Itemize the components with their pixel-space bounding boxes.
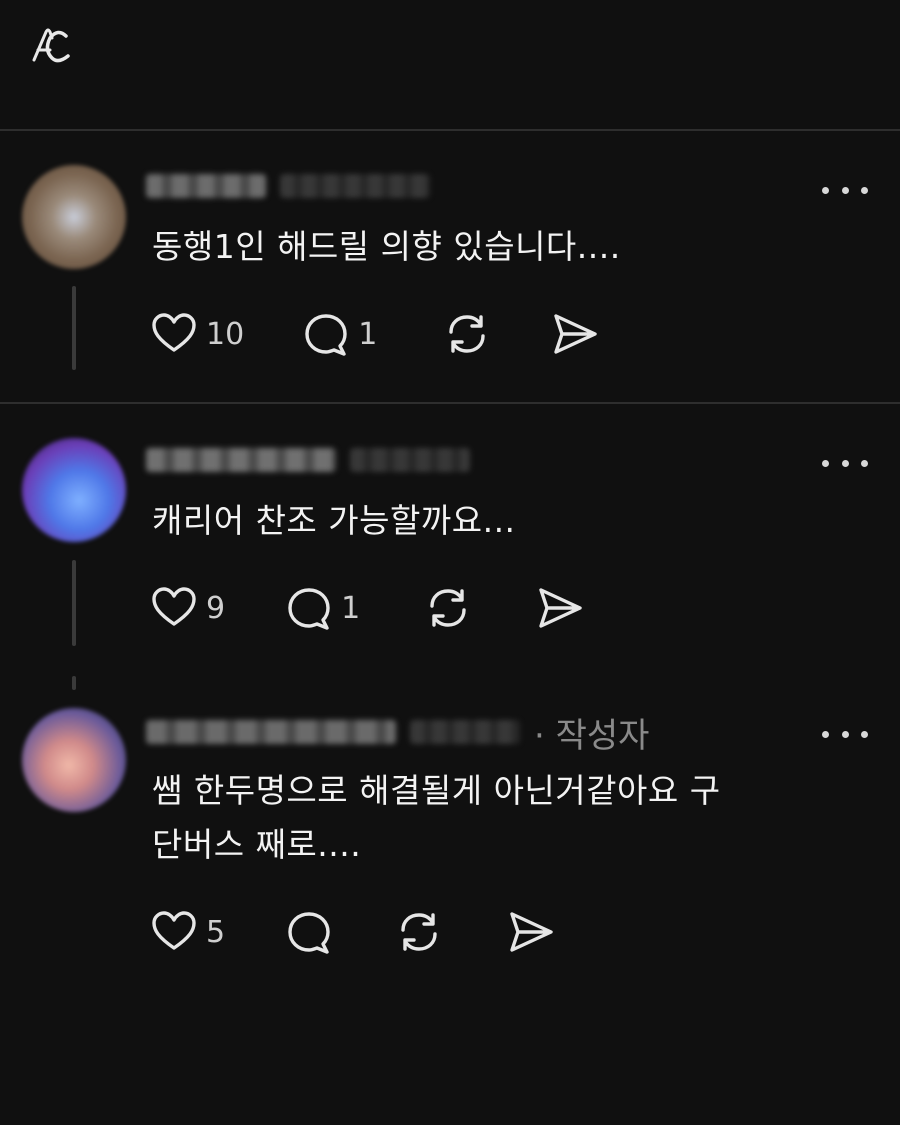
- thread-line: [72, 560, 76, 646]
- comment-icon: [305, 314, 347, 356]
- action-bar: 5: [148, 904, 557, 960]
- like-count: 10: [206, 316, 245, 352]
- action-bar: 10 1: [148, 306, 601, 362]
- heart-icon: [152, 911, 196, 950]
- reply-count: 1: [358, 316, 378, 352]
- thread-page: 동행1인 해드릴 의향 있습니다.... 10 1 캐리어 찬조 가능할까요..…: [0, 0, 900, 1125]
- timestamp-blurred: [280, 174, 430, 198]
- avatar[interactable]: [22, 438, 126, 542]
- avatar[interactable]: [22, 708, 126, 812]
- reply-button[interactable]: 1: [283, 582, 360, 634]
- comment-divider: [0, 402, 900, 404]
- repost-button[interactable]: [393, 906, 445, 958]
- username-blurred[interactable]: [146, 448, 336, 472]
- repost-icon: [401, 913, 437, 951]
- username-blurred[interactable]: [146, 720, 396, 744]
- thread-line: [72, 676, 76, 690]
- heart-icon: [152, 587, 196, 626]
- share-button[interactable]: [505, 906, 557, 958]
- more-options-button[interactable]: [822, 724, 868, 744]
- send-icon: [510, 912, 553, 952]
- reply-button[interactable]: 1: [300, 308, 377, 360]
- timestamp-blurred: [350, 448, 470, 472]
- more-options-button[interactable]: [822, 453, 868, 473]
- send-icon: [539, 588, 582, 628]
- user-row: [146, 440, 470, 480]
- comment-text: 쌤 한두명으로 해결될게 아닌거같아요 구 단버스 째로....: [152, 764, 862, 872]
- share-button[interactable]: [534, 582, 586, 634]
- avatar[interactable]: [22, 165, 126, 269]
- reply-count: 1: [341, 590, 361, 626]
- comment-text: 캐리어 찬조 가능할까요...: [152, 501, 516, 540]
- repost-button[interactable]: [422, 582, 474, 634]
- like-button[interactable]: 10: [148, 308, 244, 360]
- send-icon: [554, 314, 597, 354]
- timestamp-blurred: [410, 720, 520, 744]
- comment-text-line: 단버스 째로....: [152, 825, 362, 864]
- like-count: 5: [206, 914, 226, 950]
- user-row: [146, 166, 430, 206]
- comment-text-line: 쌤 한두명으로 해결될게 아닌거같아요 구: [152, 771, 721, 810]
- action-bar: 9 1: [148, 580, 586, 636]
- reply-button[interactable]: [283, 906, 335, 958]
- app-logo-icon[interactable]: [28, 24, 72, 68]
- username-blurred[interactable]: [146, 174, 266, 198]
- repost-button[interactable]: [441, 308, 493, 360]
- thread-line: [72, 286, 76, 370]
- repost-icon: [430, 589, 466, 627]
- more-options-button[interactable]: [822, 180, 868, 200]
- like-count: 9: [206, 590, 226, 626]
- user-row: · 작성자: [146, 712, 649, 756]
- header-divider: [0, 129, 900, 131]
- like-button[interactable]: 5: [148, 906, 225, 958]
- heart-icon: [152, 313, 196, 352]
- share-button[interactable]: [549, 308, 601, 360]
- author-badge: · 작성자: [534, 715, 650, 756]
- comment-text: 동행1인 해드릴 의향 있습니다....: [152, 227, 621, 266]
- comment-icon: [288, 912, 330, 954]
- comment-icon: [288, 588, 330, 630]
- repost-icon: [449, 315, 485, 353]
- like-button[interactable]: 9: [148, 582, 225, 634]
